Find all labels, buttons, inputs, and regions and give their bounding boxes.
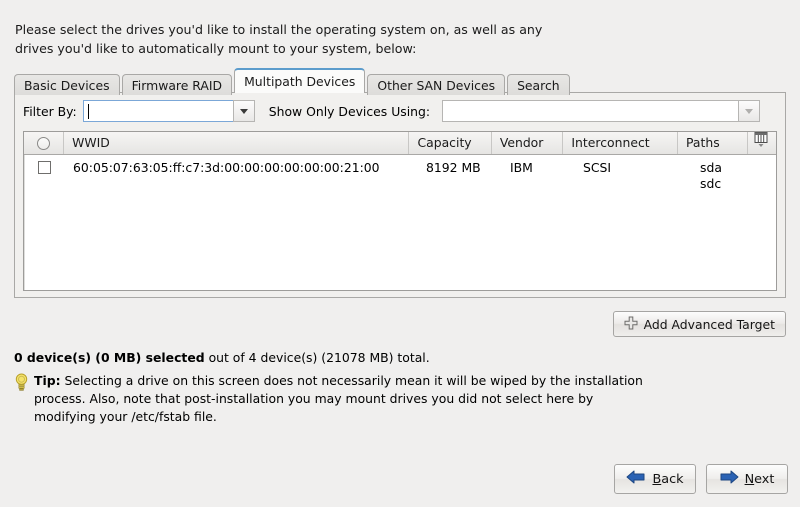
cell-vendor: IBM — [502, 155, 575, 195]
navigation-buttons: Back Next — [614, 464, 788, 494]
column-header-capacity[interactable]: Capacity — [409, 132, 491, 154]
lightbulb-icon — [14, 373, 29, 426]
arrow-right-icon — [720, 470, 739, 488]
selection-status: 0 device(s) (0 MB) selected out of 4 dev… — [14, 350, 430, 365]
table-row[interactable]: 60:05:07:63:05:ff:c7:3d:00:00:00:00:00:0… — [24, 155, 776, 195]
tip-text: Tip: Selecting a drive on this screen do… — [34, 372, 654, 426]
show-only-devices-using-combobox[interactable] — [442, 100, 760, 122]
selection-status-bold: 0 device(s) (0 MB) selected — [14, 350, 205, 365]
next-button-mnemonic: N — [745, 472, 755, 487]
back-button-label: ack — [661, 472, 683, 487]
tip-box: Tip: Selecting a drive on this screen do… — [14, 372, 654, 426]
tip-label: Tip: — [34, 373, 61, 388]
column-header-vendor[interactable]: Vendor — [492, 132, 564, 154]
devices-table-header: WWID Capacity Vendor Interconnect Paths — [24, 132, 776, 155]
devices-table[interactable]: WWID Capacity Vendor Interconnect Paths — [23, 131, 777, 291]
page-description-line-1: Please select the drives you'd like to i… — [15, 20, 775, 39]
next-button-label: ext — [754, 472, 774, 487]
page-description: Please select the drives you'd like to i… — [15, 20, 775, 58]
text-caret — [88, 104, 89, 119]
row-checkbox-cell[interactable] — [24, 155, 65, 195]
next-button[interactable]: Next — [706, 464, 788, 494]
column-header-wwid[interactable]: WWID — [64, 132, 409, 154]
show-only-devices-using-dropdown-button[interactable] — [738, 100, 760, 122]
arrow-left-icon — [626, 470, 645, 488]
plus-icon — [624, 316, 638, 333]
cell-paths: sda sdc — [692, 155, 763, 195]
column-chooser-button[interactable] — [748, 132, 776, 154]
add-advanced-target-label: Add Advanced Target — [644, 317, 775, 332]
column-header-select-all[interactable] — [24, 132, 64, 154]
tab-strip: Basic Devices Firmware RAID Multipath De… — [14, 67, 786, 93]
tab-other-san-devices-label: Other SAN Devices — [377, 78, 495, 93]
cell-wwid: 60:05:07:63:05:ff:c7:3d:00:00:00:00:00:0… — [65, 155, 418, 195]
tab-multipath-devices-label: Multipath Devices — [244, 74, 355, 89]
tab-other-san-devices[interactable]: Other SAN Devices — [367, 74, 505, 95]
page-description-line-2: drives you'd like to automatically mount… — [15, 39, 775, 58]
show-only-devices-using-input[interactable] — [442, 100, 738, 122]
cell-interconnect: SCSI — [575, 155, 692, 195]
filter-by-combobox[interactable] — [83, 100, 255, 122]
tab-panel-multipath-devices: Filter By: Show Only Devices Using: — [14, 92, 786, 298]
filter-toolbar: Filter By: Show Only Devices Using: — [15, 93, 785, 123]
column-header-paths[interactable]: Paths — [678, 132, 748, 154]
filter-by-input[interactable] — [83, 100, 233, 122]
tab-basic-devices-label: Basic Devices — [24, 78, 110, 93]
advanced-target-row: Add Advanced Target — [0, 311, 786, 337]
tab-search[interactable]: Search — [507, 74, 570, 95]
tab-multipath-devices[interactable]: Multipath Devices — [234, 68, 365, 93]
cell-capacity: 8192 MB — [418, 155, 502, 195]
chevron-down-icon — [240, 109, 248, 114]
chevron-down-icon — [745, 109, 753, 114]
filter-by-dropdown-button[interactable] — [233, 100, 255, 122]
tab-search-label: Search — [517, 78, 560, 93]
select-all-circle-icon[interactable] — [37, 137, 50, 150]
tab-firmware-raid-label: Firmware RAID — [132, 78, 223, 93]
tip-message: Selecting a drive on this screen does no… — [34, 373, 643, 424]
show-only-devices-using-label: Show Only Devices Using: — [269, 104, 430, 119]
back-button[interactable]: Back — [614, 464, 696, 494]
selection-status-rest: out of 4 device(s) (21078 MB) total. — [205, 350, 430, 365]
device-notebook: Basic Devices Firmware RAID Multipath De… — [14, 67, 786, 298]
add-advanced-target-button[interactable]: Add Advanced Target — [613, 311, 786, 337]
filter-by-label: Filter By: — [23, 104, 77, 119]
column-header-interconnect[interactable]: Interconnect — [563, 132, 678, 154]
column-chooser-icon — [754, 132, 769, 154]
tab-firmware-raid[interactable]: Firmware RAID — [122, 74, 233, 95]
row-checkbox[interactable] — [38, 161, 51, 174]
back-button-mnemonic: B — [652, 472, 661, 487]
tab-basic-devices[interactable]: Basic Devices — [14, 74, 120, 95]
